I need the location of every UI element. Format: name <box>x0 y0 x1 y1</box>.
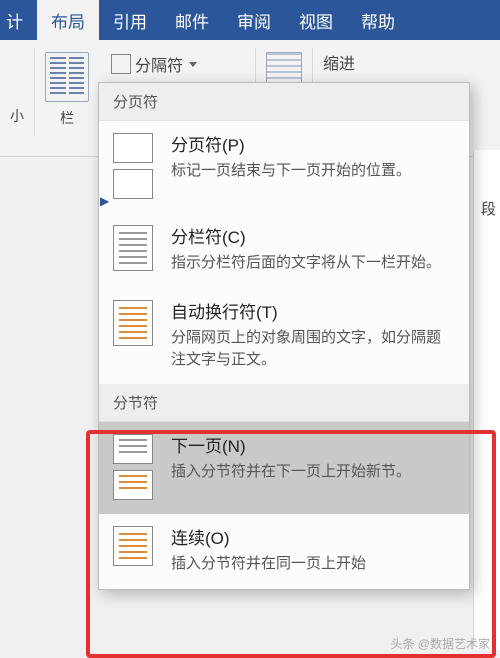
menu-item-next-page-section-break[interactable]: 下一页(N) 插入分节符并在下一页上开始新节。 <box>99 422 469 514</box>
selection-indicator-icon: ▶ <box>100 194 109 208</box>
menu-item-page-break[interactable]: 分页符(P) 标记一页结束与下一页开始的位置。 <box>99 121 469 213</box>
menu-item-title: 连续(O) <box>171 524 455 549</box>
tab-references[interactable]: 引用 <box>99 0 161 40</box>
tab-review[interactable]: 审阅 <box>223 0 285 40</box>
tab-help[interactable]: 帮助 <box>347 0 409 40</box>
tab-layout[interactable]: 布局 <box>37 0 99 40</box>
breaks-label: 分隔符 <box>135 52 183 76</box>
columns-icon <box>45 52 89 102</box>
side-panel <box>473 150 500 650</box>
page-break-icon <box>113 133 157 199</box>
menu-item-title: 分页符(P) <box>171 131 455 156</box>
indent-label: 缩进 <box>323 50 355 74</box>
menu-item-desc: 插入分节符并在同一页上开始 <box>171 553 455 575</box>
columns-label: 栏 <box>60 108 74 128</box>
paragraph-label: 段 <box>481 198 496 219</box>
breaks-icon <box>111 54 131 74</box>
menu-item-desc: 插入分节符并在下一页上开始新节。 <box>171 461 455 483</box>
menu-item-column-break[interactable]: 分栏符(C) 指示分栏符后面的文字将从下一栏开始。 <box>99 213 469 288</box>
breaks-dropdown-menu: 分页符 分页符(P) 标记一页结束与下一页开始的位置。 分栏符(C) 指示分栏符… <box>98 82 470 590</box>
ribbon-tabs: 计 布局 引用 邮件 审阅 视图 帮助 <box>0 0 500 40</box>
menu-item-desc: 标记一页结束与下一页开始的位置。 <box>171 160 455 182</box>
next-page-break-icon <box>113 434 157 500</box>
continuous-break-icon <box>113 526 157 566</box>
size-label: 小 <box>10 106 24 126</box>
tab-mailings[interactable]: 邮件 <box>161 0 223 40</box>
tab-design-partial[interactable]: 计 <box>0 0 37 40</box>
columns-button[interactable]: 栏 <box>35 46 99 136</box>
breaks-dropdown-button[interactable]: 分隔符 <box>103 48 205 80</box>
watermark: 头条 @数据艺术家 <box>390 635 490 652</box>
menu-item-title: 下一页(N) <box>171 432 455 457</box>
section-header-page-breaks: 分页符 <box>99 83 469 121</box>
menu-item-title: 分栏符(C) <box>171 223 455 248</box>
text-wrap-break-icon <box>113 300 157 346</box>
menu-item-continuous-section-break[interactable]: 连续(O) 插入分节符并在同一页上开始 <box>99 514 469 589</box>
menu-item-title: 自动换行符(T) <box>171 298 455 323</box>
section-header-section-breaks: 分节符 <box>99 384 469 422</box>
column-break-icon <box>113 225 157 271</box>
menu-item-desc: 分隔网页上的对象周围的文字，如分隔题注文字与正文。 <box>171 327 455 371</box>
size-group: 小 <box>0 46 34 136</box>
menu-item-text-wrapping-break[interactable]: 自动换行符(T) 分隔网页上的对象周围的文字，如分隔题注文字与正文。 <box>99 288 469 385</box>
menu-item-desc: 指示分栏符后面的文字将从下一栏开始。 <box>171 252 455 274</box>
tab-view[interactable]: 视图 <box>285 0 347 40</box>
chevron-down-icon <box>189 62 197 67</box>
